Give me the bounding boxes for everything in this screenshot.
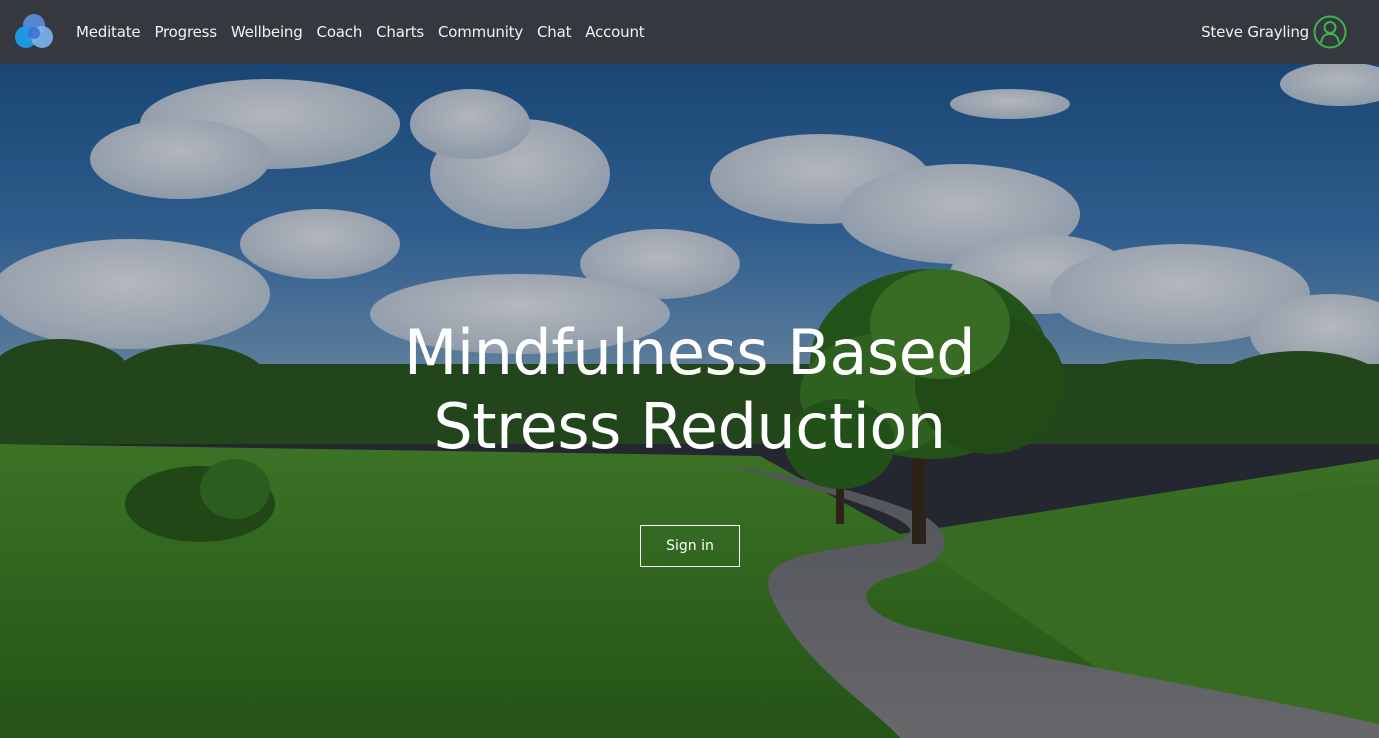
hero-section: Mindfulness Based Stress Reduction Sign … bbox=[0, 64, 1379, 738]
hero-title-line-2: Stress Reduction bbox=[433, 390, 946, 463]
nav-item-account[interactable]: Account bbox=[585, 23, 644, 41]
nav-item-community[interactable]: Community bbox=[438, 23, 523, 41]
user-name[interactable]: Steve Grayling bbox=[1201, 23, 1309, 41]
nav-item-charts[interactable]: Charts bbox=[376, 23, 424, 41]
nav-item-coach[interactable]: Coach bbox=[317, 23, 363, 41]
hero-title-line-1: Mindfulness Based bbox=[403, 316, 976, 389]
hero-title: Mindfulness Based Stress Reduction bbox=[0, 316, 1379, 464]
sign-in-button[interactable]: Sign in bbox=[640, 525, 740, 567]
nav-item-wellbeing[interactable]: Wellbeing bbox=[231, 23, 303, 41]
user-menu[interactable]: Steve Grayling bbox=[1201, 0, 1347, 64]
user-avatar-icon[interactable] bbox=[1313, 15, 1347, 49]
main-nav: Meditate Progress Wellbeing Coach Charts… bbox=[76, 0, 658, 64]
nav-item-progress[interactable]: Progress bbox=[154, 23, 217, 41]
nav-item-chat[interactable]: Chat bbox=[537, 23, 571, 41]
app-logo-icon[interactable] bbox=[13, 12, 55, 52]
top-navbar: Meditate Progress Wellbeing Coach Charts… bbox=[0, 0, 1379, 64]
nav-item-meditate[interactable]: Meditate bbox=[76, 23, 141, 41]
